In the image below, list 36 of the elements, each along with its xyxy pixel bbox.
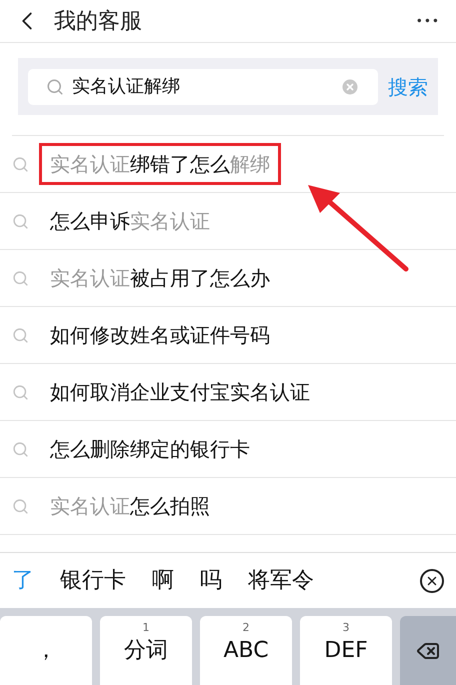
clear-icon	[340, 76, 360, 96]
suggestion-item[interactable]: 怎么删除绑定的银行卡	[0, 421, 456, 478]
suggestion-item[interactable]: 实名认证被占用了怎么办	[0, 250, 456, 307]
arrow-icon	[306, 183, 410, 273]
delete-key[interactable]	[400, 616, 456, 685]
keyboard-key[interactable]: 2 ABC	[200, 616, 292, 685]
suggestion-text: 实名认证绑错了怎么解绑	[39, 143, 281, 185]
keyboard-key[interactable]: 1 分词	[100, 616, 192, 685]
search-icon	[12, 440, 29, 458]
candidate-word[interactable]: 吗	[200, 564, 222, 597]
search-icon	[12, 384, 29, 400]
suggestion-text: 如何修改姓名或证件号码	[49, 322, 271, 349]
suggestion-item[interactable]: 如何取消企业支付宝实名认证	[0, 364, 456, 421]
page-title: 我的客服	[54, 8, 142, 36]
search-icon	[12, 498, 29, 514]
suggestion-text: 如何取消企业支付宝实名认证	[49, 379, 311, 406]
search-icon	[12, 326, 29, 344]
suggestion-text: 怎么删除绑定的银行卡	[49, 436, 251, 463]
keyboard-key[interactable]: 3 DEF	[300, 616, 392, 685]
suggestion-item[interactable]: 实名认证怎么拍照	[0, 478, 456, 535]
suggestion-text: 实名认证怎么拍照	[49, 493, 211, 520]
suggestion-item[interactable]: 实名认证绑错了怎么解绑	[0, 136, 456, 193]
more-button[interactable]: •••	[416, 12, 444, 30]
candidate-word[interactable]: 银行卡	[60, 564, 126, 597]
candidate-word[interactable]: 将军令	[248, 564, 314, 597]
keyboard-key[interactable]: ，	[0, 616, 92, 685]
search-icon	[12, 212, 29, 230]
collapse-button[interactable]	[420, 568, 444, 592]
search-icon	[12, 156, 29, 172]
suggestion-item[interactable]: 如何修改姓名或证件号码	[0, 307, 456, 364]
search-field[interactable]: 实名认证解绑	[28, 68, 378, 104]
search-icon	[12, 270, 29, 286]
suggestion-text: 实名认证被占用了怎么办	[49, 265, 271, 292]
suggestion-text: 怎么申诉实名认证	[49, 208, 211, 235]
candidate-word[interactable]: 啊	[152, 564, 174, 597]
search-icon	[46, 78, 64, 96]
